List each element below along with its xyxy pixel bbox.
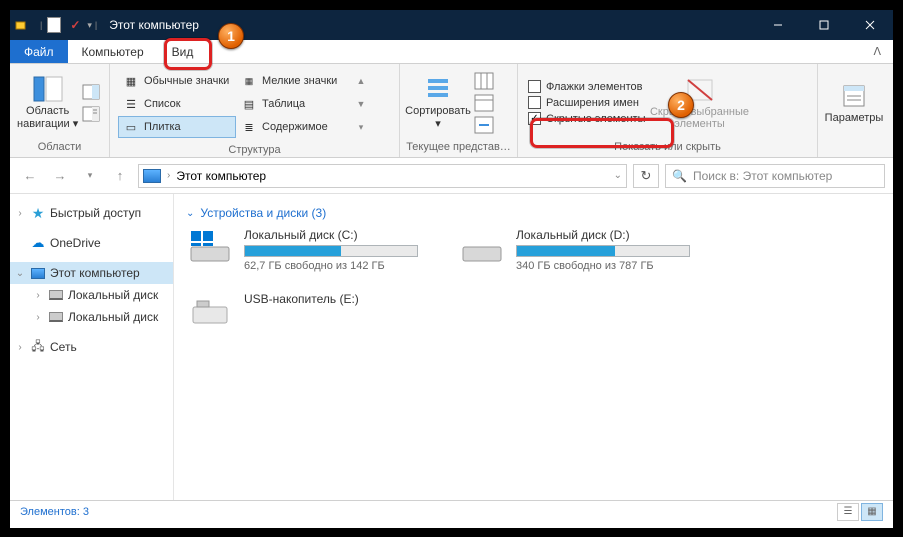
close-button[interactable] (847, 10, 893, 40)
nav-forward-button[interactable]: → (48, 164, 72, 188)
group-show-hide-label: Показать или скрыть (518, 141, 817, 157)
address-bar: ← → ▾ ↑ › Этот компьютер ⌄ ↻ 🔍 Поиск в: … (10, 158, 893, 194)
status-bar: Элементов: 3 ☰ ▦ (10, 500, 893, 522)
ribbon: Область навигации ▾ Области ▦Обычные зна… (10, 64, 893, 158)
ribbon-tabs: Файл Компьютер Вид ᐱ (10, 40, 893, 64)
group-current-label: Текущее представ… (400, 141, 517, 157)
annotation-2-badge: 2 (668, 92, 694, 118)
qat-properties-icon[interactable] (45, 16, 63, 34)
preview-pane-icon[interactable] (82, 84, 100, 100)
layout-content[interactable]: ≣Содержимое (236, 116, 354, 138)
drive-e[interactable]: USB-накопитель (E:) (186, 292, 418, 332)
drive-e-icon (186, 292, 234, 332)
pc-icon (143, 169, 161, 183)
refresh-button[interactable]: ↻ (633, 164, 659, 188)
layout-normal-icons[interactable]: ▦Обычные значки (118, 70, 236, 92)
nav-up-button[interactable]: ↑ (108, 164, 132, 188)
tree-quick-access[interactable]: ›★Быстрый доступ (10, 202, 173, 224)
tab-computer[interactable]: Компьютер (68, 40, 158, 63)
tab-view[interactable]: Вид (158, 40, 208, 63)
titlebar: | ✓ ▾ | Этот компьютер (10, 10, 893, 40)
nav-tree: ›★Быстрый доступ ☁OneDrive ⌄Этот компьют… (10, 194, 174, 500)
group-panes-label: Области (10, 141, 109, 157)
size-columns-icon[interactable] (474, 116, 494, 134)
status-count: Элементов: 3 (20, 506, 89, 518)
drive-d-icon (458, 228, 506, 268)
search-input[interactable]: 🔍 Поиск в: Этот компьютер (665, 164, 885, 188)
quick-access-toolbar: | ✓ ▾ | (34, 16, 103, 34)
tree-local-disk-2[interactable]: ›Локальный диск (10, 306, 173, 328)
content-area: ⌄ Устройства и диски (3) Локальный диск … (174, 194, 893, 500)
sort-button[interactable]: Сортировать ▾ (406, 75, 470, 130)
layout-more-icon[interactable]: ▾ (354, 116, 368, 138)
layout-table[interactable]: ▤Таблица (236, 93, 354, 115)
drive-c[interactable]: Локальный диск (C:) 62,7 ГБ свободно из … (186, 228, 418, 272)
qat-check-icon[interactable]: ✓ (66, 16, 84, 34)
check-hidden-items[interactable]: ✓Скрытые элементы (528, 112, 646, 125)
hide-selected-button[interactable]: Скрыть выбранные элементы (650, 76, 750, 130)
check-file-extensions[interactable]: Расширения имен (528, 96, 646, 109)
layout-small-icons[interactable]: ▦Мелкие значки (236, 70, 354, 92)
nav-recent-button[interactable]: ▾ (78, 164, 102, 188)
group-by-icon[interactable] (474, 94, 494, 112)
tree-network[interactable]: ›🖧Сеть (10, 336, 173, 358)
address-path: Этот компьютер (176, 169, 266, 183)
tree-onedrive[interactable]: ☁OneDrive (10, 232, 173, 254)
address-dropdown-icon[interactable]: ⌄ (614, 170, 622, 181)
nav-back-button[interactable]: ← (18, 164, 42, 188)
check-item-flags[interactable]: Флажки элементов (528, 80, 646, 93)
layout-tiles[interactable]: ▭Плитка (118, 116, 236, 138)
address-box[interactable]: › Этот компьютер ⌄ (138, 164, 627, 188)
tab-file[interactable]: Файл (10, 40, 68, 63)
layout-list[interactable]: ☰Список (118, 93, 236, 115)
view-details-button[interactable]: ☰ (837, 503, 859, 521)
maximize-button[interactable] (801, 10, 847, 40)
drive-d[interactable]: Локальный диск (D:) 340 ГБ свободно из 7… (458, 228, 690, 272)
search-icon: 🔍 (672, 169, 687, 183)
details-pane-icon[interactable] (82, 106, 100, 122)
section-header[interactable]: ⌄ Устройства и диски (3) (186, 206, 881, 220)
layout-down-icon[interactable]: ▼ (354, 93, 368, 115)
nav-pane-button[interactable]: Область навигации ▾ (16, 75, 79, 130)
tree-local-disk-1[interactable]: ›Локальный диск (10, 284, 173, 306)
tree-this-pc[interactable]: ⌄Этот компьютер (10, 262, 173, 284)
add-columns-icon[interactable] (474, 72, 494, 90)
group-layout-label: Структура (110, 144, 399, 157)
view-tiles-button[interactable]: ▦ (861, 503, 883, 521)
window-title: Этот компьютер (103, 18, 755, 32)
system-menu[interactable] (10, 10, 34, 40)
search-placeholder: Поиск в: Этот компьютер (693, 169, 832, 183)
layout-up-icon[interactable]: ▲ (354, 70, 368, 92)
annotation-1-badge: 1 (218, 23, 244, 49)
minimize-button[interactable] (755, 10, 801, 40)
drive-c-icon (186, 228, 234, 268)
options-button[interactable]: Параметры (824, 82, 884, 124)
ribbon-collapse-icon[interactable]: ᐱ (861, 40, 893, 63)
